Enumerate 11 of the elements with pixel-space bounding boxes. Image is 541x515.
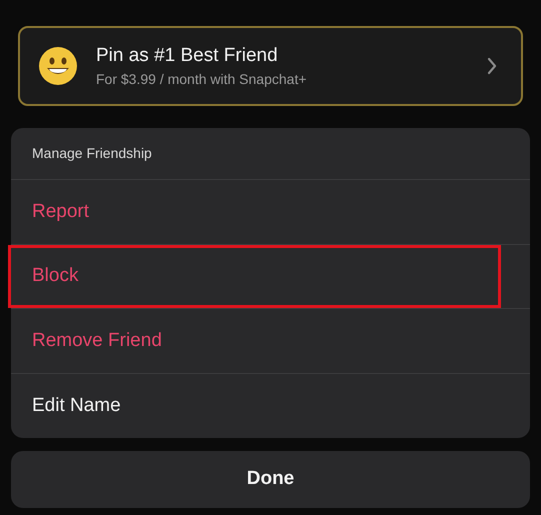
menu-item[interactable]: Remove Friend	[32, 326, 162, 355]
chevron-right-icon	[487, 57, 497, 75]
promo-title: Pin as #1 Best Friend	[96, 44, 279, 68]
promo-subtitle: For $3.99 / month with Snapchat+	[96, 70, 308, 88]
menu-item[interactable]: Report	[32, 198, 90, 226]
menu-item[interactable]: Edit Name	[32, 392, 121, 420]
promo-card[interactable]: Pin as #1 Best Friend For $3.99 / month with Snapchat+	[18, 26, 523, 106]
menu-header: Manage Friendship	[32, 144, 152, 163]
menu-item[interactable]: Block	[32, 262, 78, 290]
smiley-icon	[38, 46, 78, 86]
done-button[interactable]: Done	[11, 451, 530, 508]
